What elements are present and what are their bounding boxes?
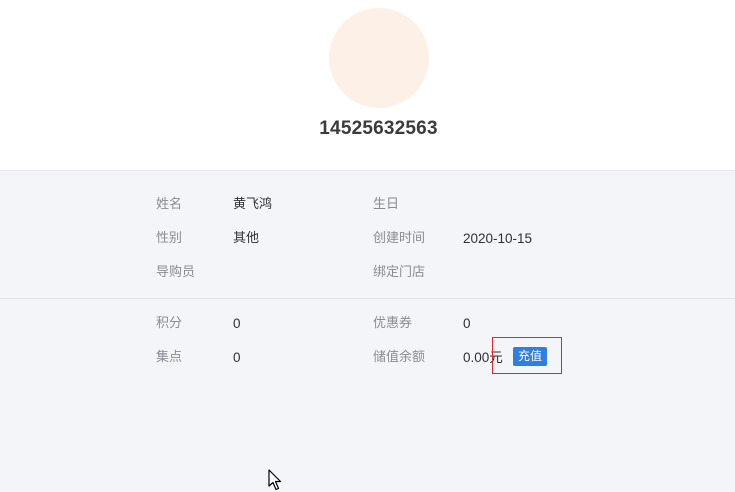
created-time-value: 2020-10-15 <box>463 231 533 246</box>
name-value: 黄飞鸿 <box>233 197 273 212</box>
mouse-cursor-icon <box>268 469 282 491</box>
points-value: 0 <box>233 316 241 331</box>
birthday-label: 生日 <box>373 197 400 212</box>
section-divider <box>0 298 735 299</box>
stamps-label: 集点 <box>156 350 183 365</box>
avatar[interactable] <box>329 8 429 108</box>
profile-header: 14525632563 <box>0 0 735 171</box>
bound-store-label: 绑定门店 <box>373 265 426 280</box>
recharge-button[interactable]: 充值 <box>513 347 548 366</box>
created-time-label: 创建时间 <box>373 231 426 246</box>
stored-balance-label: 储值余额 <box>373 350 426 365</box>
gender-label: 性别 <box>156 231 183 246</box>
name-label: 姓名 <box>156 197 183 212</box>
stamps-value: 0 <box>233 350 241 365</box>
points-label: 积分 <box>156 316 183 331</box>
coupons-value: 0 <box>463 316 471 331</box>
coupons-label: 优惠券 <box>373 316 413 331</box>
shopping-guide-label: 导购员 <box>156 265 196 280</box>
member-detail-panel: 姓名 黄飞鸿 生日 性别 其他 创建时间 2020-10-15 导购员 绑定门店… <box>0 171 735 492</box>
member-phone: 14525632563 <box>319 118 438 139</box>
gender-value: 其他 <box>233 231 260 246</box>
